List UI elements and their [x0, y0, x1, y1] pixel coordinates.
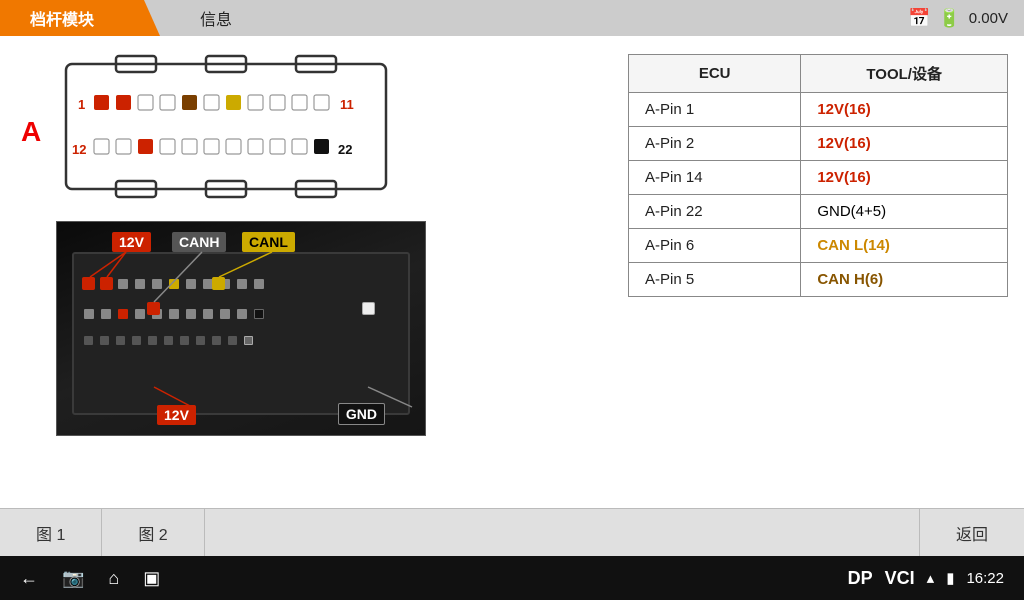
table-row: A-Pin 6CAN L(14)	[629, 229, 1008, 263]
camera-button[interactable]: 📷	[62, 568, 84, 589]
right-panel: ECU TOOL/设备 A-Pin 112V(16)A-Pin 212V(16)…	[628, 46, 1008, 498]
tab-2[interactable]: 图 2	[102, 509, 204, 556]
table-cell-ecu: A-Pin 1	[629, 93, 801, 127]
back-button[interactable]: ←	[20, 568, 38, 589]
info-table: ECU TOOL/设备 A-Pin 112V(16)A-Pin 212V(16)…	[628, 54, 1008, 297]
table-header-tool: TOOL/设备	[801, 55, 1008, 93]
svg-text:22: 22	[338, 142, 352, 157]
table-cell-tool: 12V(16)	[801, 93, 1008, 127]
sys-right: DP VCI ▴ ▮ 16:22	[848, 568, 1004, 589]
time-display: 16:22	[966, 570, 1004, 587]
vci-label: VCI	[885, 568, 915, 589]
dp-label: DP	[848, 568, 873, 589]
tab-back[interactable]: 返回	[920, 509, 1024, 556]
svg-text:11: 11	[340, 97, 354, 112]
table-row: A-Pin 212V(16)	[629, 127, 1008, 161]
copy-button[interactable]: ▣	[143, 568, 160, 589]
connector-diagram: A 1	[56, 54, 426, 209]
photo-label-canh: CANH	[172, 232, 226, 252]
tab-1[interactable]: 图 1	[0, 509, 102, 556]
table-cell-tool: GND(4+5)	[801, 195, 1008, 229]
svg-text:1: 1	[78, 97, 85, 112]
tab-bar: 图 1 图 2 返回	[0, 508, 1024, 556]
table-cell-ecu: A-Pin 6	[629, 229, 801, 263]
connector-label: A	[21, 116, 41, 148]
svg-text:12: 12	[72, 142, 86, 157]
battery-icon: 🔋	[938, 8, 960, 29]
table-cell-tool: 12V(16)	[801, 161, 1008, 195]
photo-label-gnd: GND	[338, 403, 385, 425]
main-content: A 1	[0, 36, 1024, 508]
left-panel: A 1	[16, 46, 608, 498]
system-bar: ← 📷 ⌂ ▣ DP VCI ▴ ▮ 16:22	[0, 556, 1024, 600]
tab-spacer	[205, 509, 920, 556]
connector-photo: 12V CANH CANL 12V GND	[56, 221, 426, 436]
photo-label-12v-2: 12V	[157, 405, 196, 425]
table-cell-ecu: A-Pin 2	[629, 127, 801, 161]
table-row: A-Pin 1412V(16)	[629, 161, 1008, 195]
table-cell-ecu: A-Pin 5	[629, 263, 801, 297]
voltage-display: 0.00V	[969, 10, 1008, 27]
table-cell-ecu: A-Pin 22	[629, 195, 801, 229]
table-row: A-Pin 112V(16)	[629, 93, 1008, 127]
info-tab: 信息	[160, 0, 892, 36]
table-cell-ecu: A-Pin 14	[629, 161, 801, 195]
table-cell-tool: CAN L(14)	[801, 229, 1008, 263]
connector-svg: 1 1	[56, 54, 396, 199]
table-row: A-Pin 5CAN H(6)	[629, 263, 1008, 297]
photo-label-canl: CANL	[242, 232, 295, 252]
battery-sys-icon: ▮	[946, 569, 954, 587]
module-title: 档杆模块	[0, 0, 160, 36]
home-button[interactable]: ⌂	[108, 568, 119, 589]
top-bar: 档杆模块 信息 📅 🔋 0.00V	[0, 0, 1024, 36]
table-cell-tool: 12V(16)	[801, 127, 1008, 161]
calendar-icon: 📅	[908, 8, 930, 29]
photo-label-12v-1: 12V	[112, 232, 151, 252]
table-header-ecu: ECU	[629, 55, 801, 93]
table-row: A-Pin 22GND(4+5)	[629, 195, 1008, 229]
wifi-icon: ▴	[927, 569, 935, 587]
top-bar-right: 📅 🔋 0.00V	[892, 0, 1024, 36]
table-cell-tool: CAN H(6)	[801, 263, 1008, 297]
